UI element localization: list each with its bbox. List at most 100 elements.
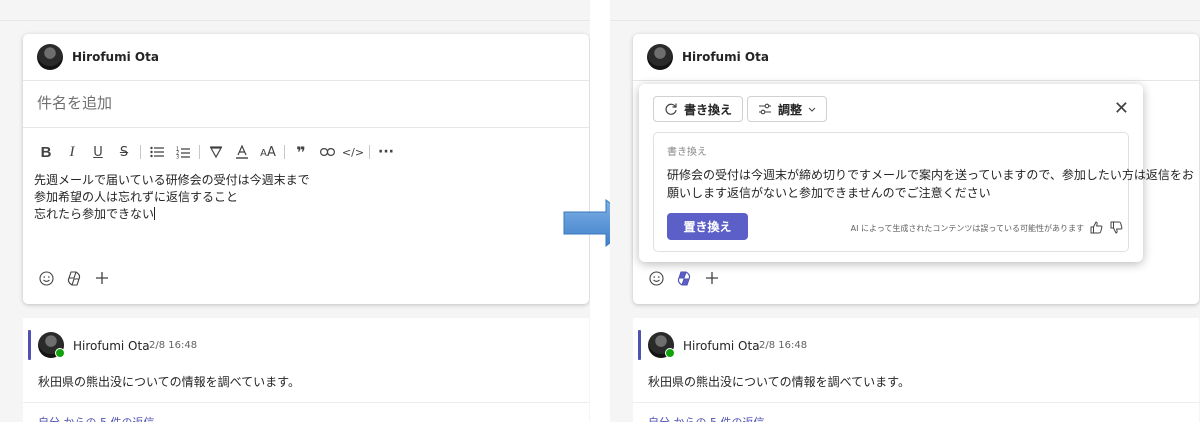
more-button[interactable]: ··· <box>373 140 399 164</box>
copilot-icon <box>67 270 81 286</box>
left-screenshot: Hirofumi Ota 件名を追加 B I U S 123 AA ❞ </> … <box>0 0 590 422</box>
message-card: Hirofumi Ota 2/8 16:48 秋田県の熊出没についての情報を調べ… <box>23 318 589 422</box>
bulleted-list-icon <box>150 146 164 158</box>
bold-icon: B <box>40 143 52 161</box>
presence-available-icon <box>665 348 675 358</box>
svg-text:3: 3 <box>176 154 179 159</box>
italic-button[interactable]: I <box>59 140 85 164</box>
font-color-button[interactable] <box>229 140 255 164</box>
author-name: Hirofumi Ota <box>72 50 159 64</box>
top-divider <box>610 20 1200 21</box>
body-line: 先週メールで届いている研修会の受付は今週末まで <box>34 173 310 187</box>
numbered-list-button[interactable]: 123 <box>170 140 196 164</box>
chevron-down-icon <box>808 107 816 112</box>
rewrite-popup: 書き換え 調整 ✕ 書き換え 研修会の受付は今週末が締め切りですメールで案内を送… <box>639 84 1194 262</box>
text-caret <box>154 207 156 220</box>
copilot-button[interactable] <box>673 267 695 289</box>
bold-button[interactable]: B <box>33 140 59 164</box>
thumbs-down-button[interactable] <box>1108 219 1124 235</box>
code-button[interactable]: </> <box>340 140 366 164</box>
message-divider <box>23 402 589 403</box>
message-accent-bar <box>638 330 641 360</box>
right-screenshot: Hirofumi Ota 書き換え 調整 ✕ 書き換え 研修会の受付は今週末が締… <box>610 0 1200 422</box>
numbered-list-icon: 123 <box>176 146 190 159</box>
replace-button[interactable]: 置き換え <box>667 213 748 240</box>
compose-actions <box>645 267 723 289</box>
italic-icon: I <box>69 143 75 160</box>
more-icon: ··· <box>378 144 394 160</box>
highlight-icon <box>209 146 223 159</box>
compose-actions <box>35 267 113 289</box>
header-divider <box>23 80 589 81</box>
rewrite-line: 研修会の受付は今週末が締め切りですメールで案内を送っていますので、参加したい方は… <box>667 168 1194 182</box>
rewrite-button[interactable]: 書き換え <box>653 96 744 122</box>
quote-button[interactable]: ❞ <box>288 140 314 164</box>
emoji-button[interactable] <box>35 267 57 289</box>
header-divider <box>633 80 1199 81</box>
message-time: 2/8 16:48 <box>149 340 198 351</box>
close-icon: ✕ <box>1113 98 1129 119</box>
plus-icon <box>96 272 108 284</box>
message-author: Hirofumi Ota <box>683 339 760 353</box>
emoji-button[interactable] <box>645 267 667 289</box>
emoji-icon <box>38 270 54 286</box>
refresh-icon <box>665 103 677 115</box>
highlight-button[interactable] <box>203 140 229 164</box>
add-button[interactable] <box>701 267 723 289</box>
compose-box: Hirofumi Ota 件名を追加 B I U S 123 AA ❞ </> … <box>23 34 589 304</box>
message-accent-bar <box>28 330 31 360</box>
message-author: Hirofumi Ota <box>73 339 150 353</box>
toolbar-separator <box>369 145 370 159</box>
sliders-icon <box>759 103 771 115</box>
adjust-button-label: 調整 <box>778 102 803 117</box>
message-body[interactable]: 先週メールで届いている研修会の受付は今週末まで 参加希望の人は忘れずに返信するこ… <box>34 172 310 223</box>
link-button[interactable] <box>314 140 340 164</box>
copilot-button[interactable] <box>63 267 85 289</box>
copilot-icon <box>677 270 691 286</box>
presence-available-icon <box>55 348 65 358</box>
link-icon <box>319 148 335 157</box>
top-divider <box>0 20 590 21</box>
author-name: Hirofumi Ota <box>682 50 769 64</box>
adjust-button[interactable]: 調整 <box>747 96 828 122</box>
bulleted-list-button[interactable] <box>144 140 170 164</box>
format-toolbar: B I U S 123 AA ❞ </> ··· <box>33 140 399 164</box>
message-divider <box>633 402 1199 403</box>
quote-icon: ❞ <box>296 142 306 162</box>
toolbar-separator <box>140 145 141 159</box>
thumbs-up-button[interactable] <box>1088 219 1104 235</box>
strikethrough-button[interactable]: S <box>111 140 137 164</box>
replies-link[interactable]: 自分 からの 5 件の返信 <box>38 414 155 422</box>
message-text: 秋田県の熊出没についての情報を調べています。 <box>648 375 910 389</box>
replies-link[interactable]: 自分 からの 5 件の返信 <box>648 414 765 422</box>
rewrite-button-label: 書き換え <box>684 102 733 117</box>
message-time: 2/8 16:48 <box>759 340 808 351</box>
subject-divider <box>23 127 589 128</box>
message-card: Hirofumi Ota 2/8 16:48 秋田県の熊出没についての情報を調べ… <box>633 318 1199 422</box>
strikethrough-icon: S <box>119 144 129 160</box>
body-line: 参加希望の人は忘れずに返信すること <box>34 190 239 204</box>
subject-input[interactable]: 件名を追加 <box>37 92 112 113</box>
plus-icon <box>706 272 718 284</box>
add-button[interactable] <box>91 267 113 289</box>
rewrite-line: 願いします返信がないと参加できませんのでご注意ください <box>667 186 991 200</box>
close-button[interactable]: ✕ <box>1114 100 1129 118</box>
thumbs-down-icon <box>1110 221 1122 233</box>
toolbar-separator <box>199 145 200 159</box>
rewrite-text: 研修会の受付は今週末が締め切りですメールで案内を送っていますので、参加したい方は… <box>667 166 1194 202</box>
ai-disclaimer: AI によって生成されたコンテンツは誤っている可能性があります <box>850 224 1084 233</box>
avatar <box>37 44 63 70</box>
message-text: 秋田県の熊出没についての情報を調べています。 <box>38 375 300 389</box>
thumbs-up-icon <box>1090 221 1102 233</box>
rewrite-result: 書き換え 研修会の受付は今週末が締め切りですメールで案内を送っていますので、参加… <box>653 132 1194 252</box>
avatar <box>647 44 673 70</box>
underline-icon: U <box>93 144 103 160</box>
font-size-button[interactable]: AA <box>255 140 281 164</box>
body-line: 忘れたら参加できない <box>34 207 156 221</box>
underline-button[interactable]: U <box>85 140 111 164</box>
font-color-icon <box>236 145 248 159</box>
emoji-icon <box>648 270 664 286</box>
rewrite-label: 書き換え <box>667 147 707 158</box>
font-size-icon: AA <box>260 144 276 160</box>
code-icon: </> <box>341 145 365 159</box>
